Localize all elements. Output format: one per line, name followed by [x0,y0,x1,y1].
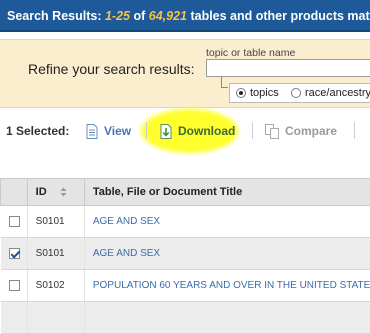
table-row: S0102 POPULATION 60 YEARS AND OVER IN TH… [1,270,370,302]
sort-icon[interactable] [60,187,67,197]
table-row: S0101 AGE AND SEX [1,206,370,238]
toolbar-divider [354,122,355,139]
row-title-link[interactable]: POPULATION 60 YEARS AND OVER IN THE UNIT… [84,270,370,302]
view-button[interactable]: View [86,120,131,142]
row-select-cell [1,302,28,334]
row-checkbox[interactable] [9,248,20,259]
row-title-link[interactable]: AGE AND SEX [84,206,370,238]
table-row: S0101 AGE AND SEX [1,238,370,270]
refine-label: Refine your search results: [28,61,195,77]
compare-icon [265,124,279,139]
search-scope-radio-group: topics race/ancestry [229,83,370,103]
refine-panel: Refine your search results: topic or tab… [0,39,370,108]
topics-radio-label: topics [250,87,279,99]
download-button[interactable]: Download [160,120,235,142]
compare-label: Compare [285,124,337,138]
race-ancestry-radio[interactable] [291,88,301,98]
row-checkbox[interactable] [9,280,20,291]
race-ancestry-radio-option[interactable]: race/ancestry [291,87,370,99]
row-id: S0101 [27,238,84,270]
toolbar-divider [252,122,253,139]
select-column-header [1,179,28,206]
results-of: of [130,9,149,23]
row-title-link[interactable]: AGE AND SEX [84,238,370,270]
row-select-cell [1,238,28,270]
results-table: ID Table, File or Document Title S0101 A… [0,178,370,334]
table-header-row: ID Table, File or Document Title [1,179,370,206]
selected-count: 1 Selected: [6,124,69,138]
race-ancestry-radio-label: race/ancestry [305,87,370,99]
refine-search-input[interactable] [206,59,370,77]
row-checkbox[interactable] [9,216,20,227]
row-title-link [84,302,370,334]
topics-radio[interactable] [236,88,246,98]
row-select-cell [1,270,28,302]
refine-hint: topic or table name [206,47,295,59]
view-label: View [104,124,131,138]
compare-button[interactable]: Compare [265,120,337,142]
search-results-bar: Search Results: 1-25 of 64,921 tables an… [0,0,370,32]
topics-radio-option[interactable]: topics [236,87,279,99]
title-column-header[interactable]: Table, File or Document Title [84,179,370,206]
download-icon [160,124,172,139]
document-icon [86,124,98,139]
row-select-cell [1,206,28,238]
row-id: S0102 [27,270,84,302]
row-id: S0101 [27,206,84,238]
table-row [1,302,370,334]
results-prefix: Search Results: [7,9,105,23]
results-range: 1-25 [105,9,130,23]
bracket-divider [221,77,228,88]
download-label: Download [178,124,235,138]
id-column-label: ID [36,186,47,198]
results-suffix: tables and other products matching [187,9,370,23]
id-column-header[interactable]: ID [27,179,84,206]
row-id [27,302,84,334]
toolbar-divider [146,122,147,139]
selection-toolbar: 1 Selected: View Download Compare [0,118,370,144]
results-count: 64,921 [149,9,187,23]
